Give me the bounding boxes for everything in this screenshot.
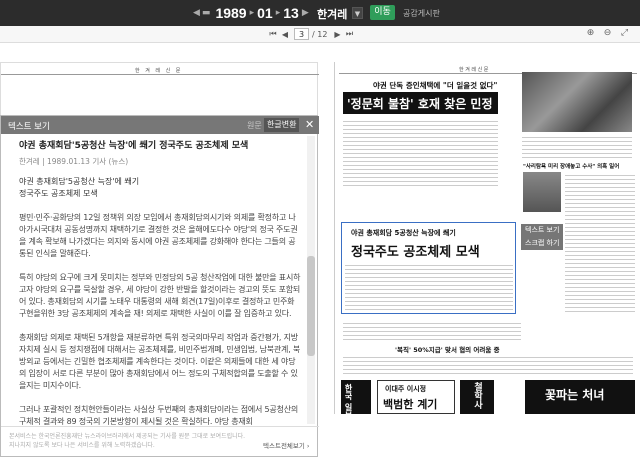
article-subtitle-2: 정국주도 공조체제 모색 bbox=[19, 189, 98, 198]
text-panel-footer: 본서비스는 한국언론진흥재단 뉴스라이브러리에서 제공되는 기사를 원문 그대로… bbox=[1, 426, 319, 457]
next-page-icon[interactable]: ▶ bbox=[331, 30, 343, 39]
ad-text-2: 이대주 이시정 bbox=[385, 385, 427, 393]
right-text-column bbox=[565, 172, 635, 312]
news-photo-top bbox=[522, 72, 632, 132]
view-tools: ⊕ ⊖ ⤢ bbox=[585, 28, 630, 39]
article-text-column bbox=[343, 118, 498, 188]
footer-note: 본서비스는 한국언론진흥재단 뉴스라이브러리에서 제공되는 기사를 원문 그대로… bbox=[9, 432, 245, 450]
scrollbar-thumb[interactable] bbox=[307, 256, 315, 356]
prev-date-icon[interactable]: ◀ bbox=[193, 8, 200, 18]
notice-board-link[interactable]: 공감게시판 bbox=[403, 8, 440, 19]
article-meta: 한겨레 | 1989.01.13 기사 (뉴스) bbox=[19, 157, 129, 166]
last-page-icon[interactable]: ⏭ bbox=[343, 29, 355, 39]
year-value[interactable]: 1989 bbox=[215, 5, 246, 21]
headline-banner: '정문회 불참' 호재 찾은 민정 bbox=[347, 97, 493, 111]
original-tab[interactable]: 원문 bbox=[247, 120, 262, 131]
top-navigation-bar: ◀ ▬ 1989 ▸ 01 ▸ 13 ▶ 한겨레 ▼ 이동 공감게시판 bbox=[0, 0, 640, 26]
page-toolbar: ⏮ ◀ 3 / 12 ▶ ⏭ ⊕ ⊖ ⤢ bbox=[0, 26, 640, 43]
text-view-panel: 텍스트 보기 원문 한글변환 ✕ 야권 총재회담'5공청산 늑장'에 쐐기 정국… bbox=[0, 115, 319, 457]
footer-note-line-2: 지나치지 않도록 보다 나은 서비스를 위해 노력하겠습니다. bbox=[9, 442, 155, 449]
headline-small: 야권 단독 증인채택에 "더 일을것 없다" bbox=[373, 81, 498, 90]
article-subtitle-1: 야권 총재회담'5공청산 늑장'에 쐐기 bbox=[19, 177, 140, 186]
current-page-input[interactable]: 3 bbox=[294, 28, 309, 40]
prev-page-icon[interactable]: ◀ bbox=[279, 30, 291, 39]
ad-text-3: 백범한 계기 bbox=[383, 398, 438, 411]
date-handle-icon: ▬ bbox=[201, 8, 211, 18]
article-paragraph: 특히 야당의 요구에 크게 못미치는 정부와 민정당의 5공 청산작업에 대한 … bbox=[19, 273, 301, 318]
scrap-overlay-button[interactable]: 스크랩 하기 bbox=[521, 237, 564, 250]
lower-headline: '복직' 50%지급' 맞서 협의 어려움 중 bbox=[395, 346, 500, 354]
article-title: 야권 총재회담'5공청산 늑장'에 쐐기 정국주도 공조체제 모색 bbox=[19, 141, 249, 151]
article-paragraph: 평민·민주·공화당의 12일 정책위 의장 모임에서 총재회담의시기와 의제를 … bbox=[19, 213, 298, 258]
first-page-icon[interactable]: ⏮ bbox=[267, 29, 279, 39]
zoom-in-icon[interactable]: ⊕ bbox=[585, 28, 596, 39]
fullscreen-icon[interactable]: ⤢ bbox=[619, 28, 630, 39]
newspaper-name[interactable]: 한겨레 bbox=[317, 6, 347, 22]
newspaper-page-right[interactable]: 한 겨 레 신 문 야권 단독 증인채택에 "더 일을것 없다" '정문회 불참… bbox=[334, 62, 640, 427]
sub-headline-right: "사리탐욕 미리 장애놓고 수사" 의혹 일어 bbox=[523, 164, 620, 170]
day-value[interactable]: 13 bbox=[283, 5, 299, 21]
selected-article-headline: 정국주도 공조체제 모색 bbox=[351, 245, 480, 260]
text-panel-title: 텍스트 보기 bbox=[8, 122, 50, 132]
next-date-icon[interactable]: ▶ bbox=[302, 8, 309, 18]
move-button[interactable]: 이동 bbox=[370, 5, 395, 20]
hangul-convert-tab[interactable]: 한글변환 bbox=[264, 118, 300, 132]
portrait-photo bbox=[523, 172, 561, 212]
selected-article-body bbox=[345, 262, 513, 312]
left-page-masthead: 한 겨 레 신 문 bbox=[1, 67, 319, 75]
month-next-icon[interactable]: ▸ bbox=[276, 8, 281, 18]
ad-text-4: 철학사 bbox=[472, 382, 482, 409]
total-pages: / 12 bbox=[312, 29, 328, 39]
full-text-button[interactable]: 텍스트전체보기 › bbox=[263, 440, 310, 450]
month-value[interactable]: 01 bbox=[257, 5, 273, 21]
date-navigator: ◀ ▬ 1989 ▸ 01 ▸ 13 ▶ bbox=[193, 4, 309, 22]
article-paragraph: 그러나 포괄적인 정치현안들이라는 사실상 두번째의 총재회담이라는 점에서 5… bbox=[19, 405, 299, 426]
footer-note-line-1: 본서비스는 한국언론진흥재단 뉴스라이브러리에서 제공되는 기사를 원문 그대로… bbox=[9, 433, 246, 440]
text-panel-body: 야권 총재회담'5공청산 늑장'에 쐐기 정국주도 공조체제 모색 한겨레 | … bbox=[1, 134, 309, 426]
text-panel-header: 텍스트 보기 원문 한글변환 ✕ bbox=[1, 116, 319, 134]
zoom-out-icon[interactable]: ⊖ bbox=[602, 28, 613, 39]
text-view-overlay-button[interactable]: 텍스트 보기 bbox=[521, 224, 564, 237]
ad-text-5: 꽃파는 처녀 bbox=[545, 388, 605, 402]
lower-text-1 bbox=[343, 320, 521, 342]
close-icon[interactable]: ✕ bbox=[305, 118, 314, 131]
article-paragraph: 총재회담 의제로 채택된 5개항을 재분류하면 특위 정국의마무리 작업과 중간… bbox=[19, 333, 301, 390]
page-pager: ⏮ ◀ 3 / 12 ▶ ⏭ bbox=[267, 28, 355, 40]
ad-text-1: 한국 일보사 bbox=[344, 384, 353, 427]
year-next-icon[interactable]: ▸ bbox=[250, 8, 255, 18]
lower-text-2 bbox=[343, 354, 633, 374]
right-masthead-text: 한 겨 레 신 문 bbox=[459, 67, 489, 73]
left-masthead-text: 한 겨 레 신 문 bbox=[135, 68, 183, 74]
photo-caption-text bbox=[522, 134, 632, 160]
selected-article-kicker: 야권 총재회담 5공청산 늑장에 쐐기 bbox=[351, 229, 456, 237]
newspaper-dropdown-icon[interactable]: ▼ bbox=[352, 7, 363, 19]
